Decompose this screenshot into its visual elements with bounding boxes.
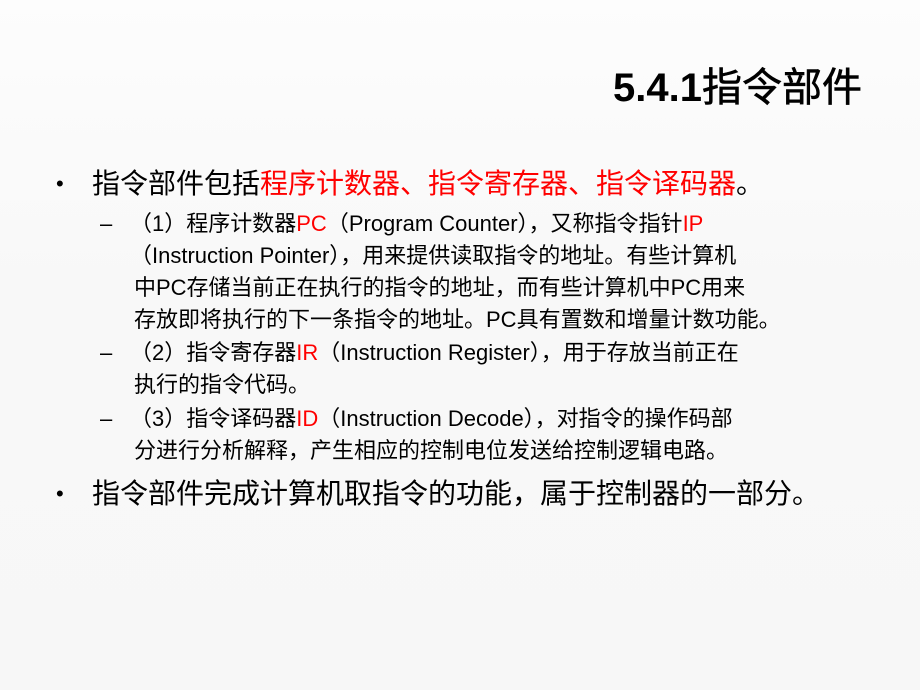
bullet-text-suffix: 。 — [736, 168, 765, 199]
sub-item-program-counter: – （1）程序计数器PC（Program Counter），又称指令指针IP （… — [100, 208, 781, 336]
sub-item-text: （1）程序计数器 — [130, 211, 297, 236]
sub-item-instruction-register: – （2）指令寄存器IR（Instruction Register），用于存放当… — [100, 337, 739, 401]
abbr-ip: IP — [682, 211, 704, 236]
sub-item-line: 存放即将执行的下一条指令的地址。PC具有置数和增量计数功能。 — [134, 307, 781, 332]
sub-item-line: 中PC存储当前正在执行的指令的地址，而有些计算机中PC用来 — [134, 275, 746, 300]
sub-item-instruction-decoder: – （3）指令译码器ID（Instruction Decode），对指令的操作码… — [100, 403, 733, 467]
sub-item-text: （Instruction Decode），对指令的操作码部 — [318, 406, 733, 431]
sub-item-line: 执行的指令代码。 — [134, 372, 311, 397]
bullet-text: 指令部件完成计算机取指令的功能，属于控制器的一部分。 — [92, 478, 821, 509]
sub-item-text: （Program Counter），又称指令指针 — [326, 211, 683, 236]
sub-item-line: 分进行分析解释，产生相应的控制电位发送给控制逻辑电路。 — [134, 438, 729, 463]
abbr-pc: PC — [296, 211, 327, 236]
sub-item-line: （3）指令译码器ID（Instruction Decode），对指令的操作码部 — [130, 403, 733, 435]
bullet-text-prefix: 指令部件包括 — [92, 168, 261, 199]
sub-item-marker: – — [100, 211, 113, 236]
bullet-marker: • — [56, 481, 64, 506]
sub-item-line: （2）指令寄存器IR（Instruction Register），用于存放当前正… — [130, 337, 739, 369]
sub-item-line: （1）程序计数器PC（Program Counter），又称指令指针IP — [130, 208, 781, 240]
bullet-marker: • — [56, 171, 64, 196]
sub-item-marker: – — [100, 340, 113, 365]
bullet-item-components: • 指令部件包括程序计数器、指令寄存器、指令译码器。 — [56, 166, 764, 202]
sub-item-marker: – — [100, 406, 113, 431]
sub-item-line: （Instruction Pointer），用来提供读取指令的地址。有些计算机 — [130, 243, 737, 268]
sub-item-text: （3）指令译码器 — [130, 406, 297, 431]
bullet-item-function: • 指令部件完成计算机取指令的功能，属于控制器的一部分。 — [56, 476, 820, 512]
bullet-highlight-components: 程序计数器、指令寄存器、指令译码器 — [260, 168, 737, 199]
slide-title: 5.4.1指令部件 — [613, 58, 862, 118]
sub-item-text: （Instruction Register），用于存放当前正在 — [318, 340, 739, 365]
slide-title-text: 指令部件 — [702, 66, 863, 111]
abbr-ir: IR — [296, 340, 319, 365]
slide-title-number: 5.4.1 — [613, 66, 702, 110]
sub-item-text: （2）指令寄存器 — [130, 340, 297, 365]
abbr-id: ID — [296, 406, 319, 431]
